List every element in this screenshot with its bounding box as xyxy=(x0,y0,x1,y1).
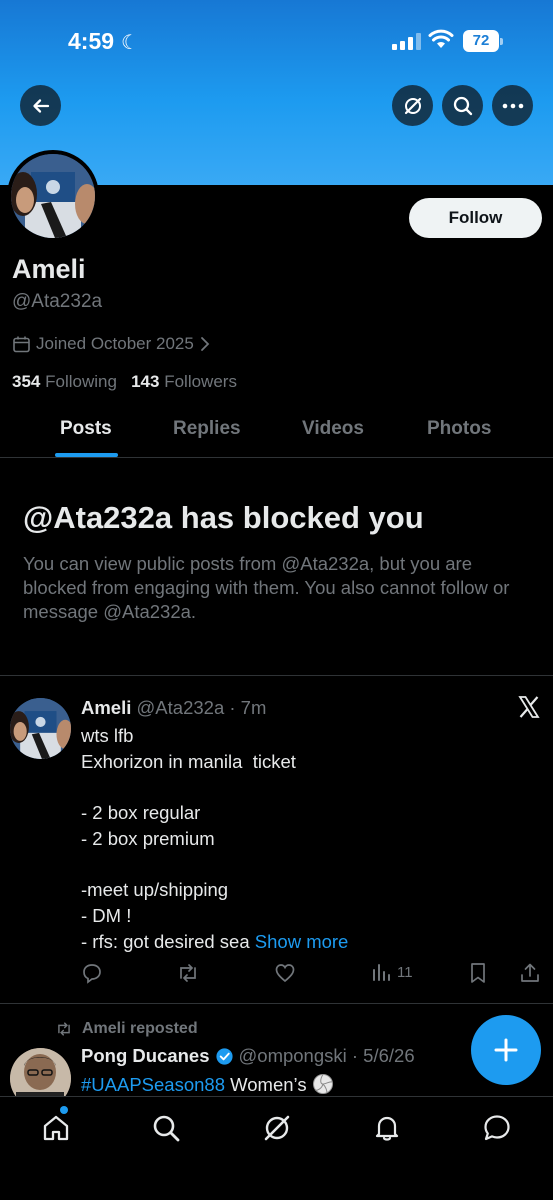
reply-button[interactable] xyxy=(81,962,103,984)
retweet-button[interactable] xyxy=(176,962,200,984)
nav-messages[interactable] xyxy=(477,1111,517,1145)
blocked-message: You can view public posts from @Ata232a,… xyxy=(23,553,510,622)
retweet-icon xyxy=(180,964,196,982)
profile-avatar[interactable] xyxy=(7,150,99,242)
grok-icon xyxy=(264,1115,290,1141)
reposted-tweet-header: Pong Ducanes @ompongski · 5/6/26 xyxy=(81,1045,415,1067)
joined-text: Joined October 2025 xyxy=(36,334,194,353)
bookmark-icon xyxy=(471,963,485,983)
nav-grok[interactable] xyxy=(257,1111,297,1145)
verified-badge-icon xyxy=(215,1047,233,1065)
hashtag-link[interactable]: #UAAPSeason88 xyxy=(81,1074,225,1095)
following-link[interactable]: 354 Following xyxy=(12,372,117,391)
wifi-icon xyxy=(428,29,454,48)
home-icon xyxy=(43,1115,69,1141)
reposted-author[interactable]: Pong Ducanes xyxy=(81,1045,210,1067)
heart-icon xyxy=(275,964,295,983)
grok-icon xyxy=(404,97,421,114)
plus-icon xyxy=(494,1038,518,1062)
tweet-avatar[interactable] xyxy=(10,698,71,759)
divider xyxy=(0,675,553,676)
more-icon xyxy=(502,103,523,108)
cellular-signal-icon xyxy=(392,32,422,50)
search-icon xyxy=(153,1115,180,1142)
chevron-right-icon xyxy=(200,337,210,351)
tweet-author[interactable]: Ameli xyxy=(81,697,131,718)
bookmark-button[interactable] xyxy=(468,962,488,984)
share-icon xyxy=(521,963,539,982)
more-options-button[interactable] xyxy=(492,85,533,126)
tweet-text[interactable]: wts lfb Exhorizon in manila ticket - 2 b… xyxy=(81,723,348,954)
tab-replies[interactable]: Replies xyxy=(173,418,241,440)
chat-bubble-icon xyxy=(484,1115,510,1141)
profile-handle: @Ata232a xyxy=(12,291,103,312)
avatar-photo xyxy=(11,154,95,238)
nav-search[interactable] xyxy=(146,1111,186,1145)
volleyball-icon xyxy=(312,1074,333,1094)
followers-link[interactable]: 143 Followers xyxy=(131,372,237,391)
reposted-tweet-text[interactable]: #UAAPSeason88 Women’s xyxy=(81,1073,334,1096)
bell-icon xyxy=(375,1116,399,1141)
blocked-title: @Ata232a has blocked you xyxy=(23,500,424,535)
moon-icon: ☾ xyxy=(121,32,139,54)
avatar-photo xyxy=(10,698,71,759)
tab-posts[interactable]: Posts xyxy=(60,418,112,440)
tweet-actions: 11 xyxy=(81,962,543,990)
home-notification-dot xyxy=(60,1106,68,1114)
reply-icon xyxy=(83,964,101,984)
tweet-meta: @Ata232a · 7m xyxy=(136,697,267,718)
repost-label: Ameli reposted xyxy=(82,1020,198,1037)
bottom-navigation xyxy=(0,1096,553,1200)
compose-post-button[interactable] xyxy=(471,1015,541,1085)
back-button[interactable] xyxy=(20,85,61,126)
views-button[interactable]: 11 xyxy=(371,962,413,982)
x-logo-icon xyxy=(518,696,540,718)
retweet-icon xyxy=(58,1022,70,1036)
nav-notifications[interactable] xyxy=(367,1111,407,1145)
tweet-header: Ameli @Ata232a · 7m xyxy=(81,697,266,719)
status-time: 4:59 xyxy=(68,28,115,54)
search-icon xyxy=(453,96,472,115)
calendar-icon xyxy=(13,336,30,352)
views-count: 11 xyxy=(397,963,413,981)
like-button[interactable] xyxy=(274,962,296,984)
profile-tabs: Posts Replies Videos Photos xyxy=(0,410,553,458)
tab-videos[interactable]: Videos xyxy=(302,418,364,440)
active-tab-indicator xyxy=(55,453,118,457)
share-button[interactable] xyxy=(519,962,541,984)
divider xyxy=(0,1003,553,1004)
search-button[interactable] xyxy=(442,85,483,126)
show-more-link[interactable]: Show more xyxy=(255,931,349,952)
status-bar: 4:59 ☾ 72 xyxy=(0,26,553,58)
reposted-meta: @ompongski · 5/6/26 xyxy=(238,1045,415,1066)
back-arrow-icon xyxy=(32,98,49,113)
battery-icon: 72 xyxy=(463,30,503,52)
repost-indicator[interactable]: Ameli reposted xyxy=(54,1020,198,1038)
follow-button[interactable]: Follow xyxy=(409,198,542,238)
profile-name: Ameli xyxy=(12,254,86,284)
grok-button[interactable] xyxy=(392,85,433,126)
nav-home[interactable] xyxy=(36,1111,76,1145)
views-chart-icon xyxy=(373,964,390,981)
follow-counts: 354 Following 143 Followers xyxy=(12,372,237,392)
tab-photos[interactable]: Photos xyxy=(427,418,491,440)
battery-level: 72 xyxy=(472,32,490,49)
joined-date[interactable]: Joined October 2025 xyxy=(12,334,211,354)
